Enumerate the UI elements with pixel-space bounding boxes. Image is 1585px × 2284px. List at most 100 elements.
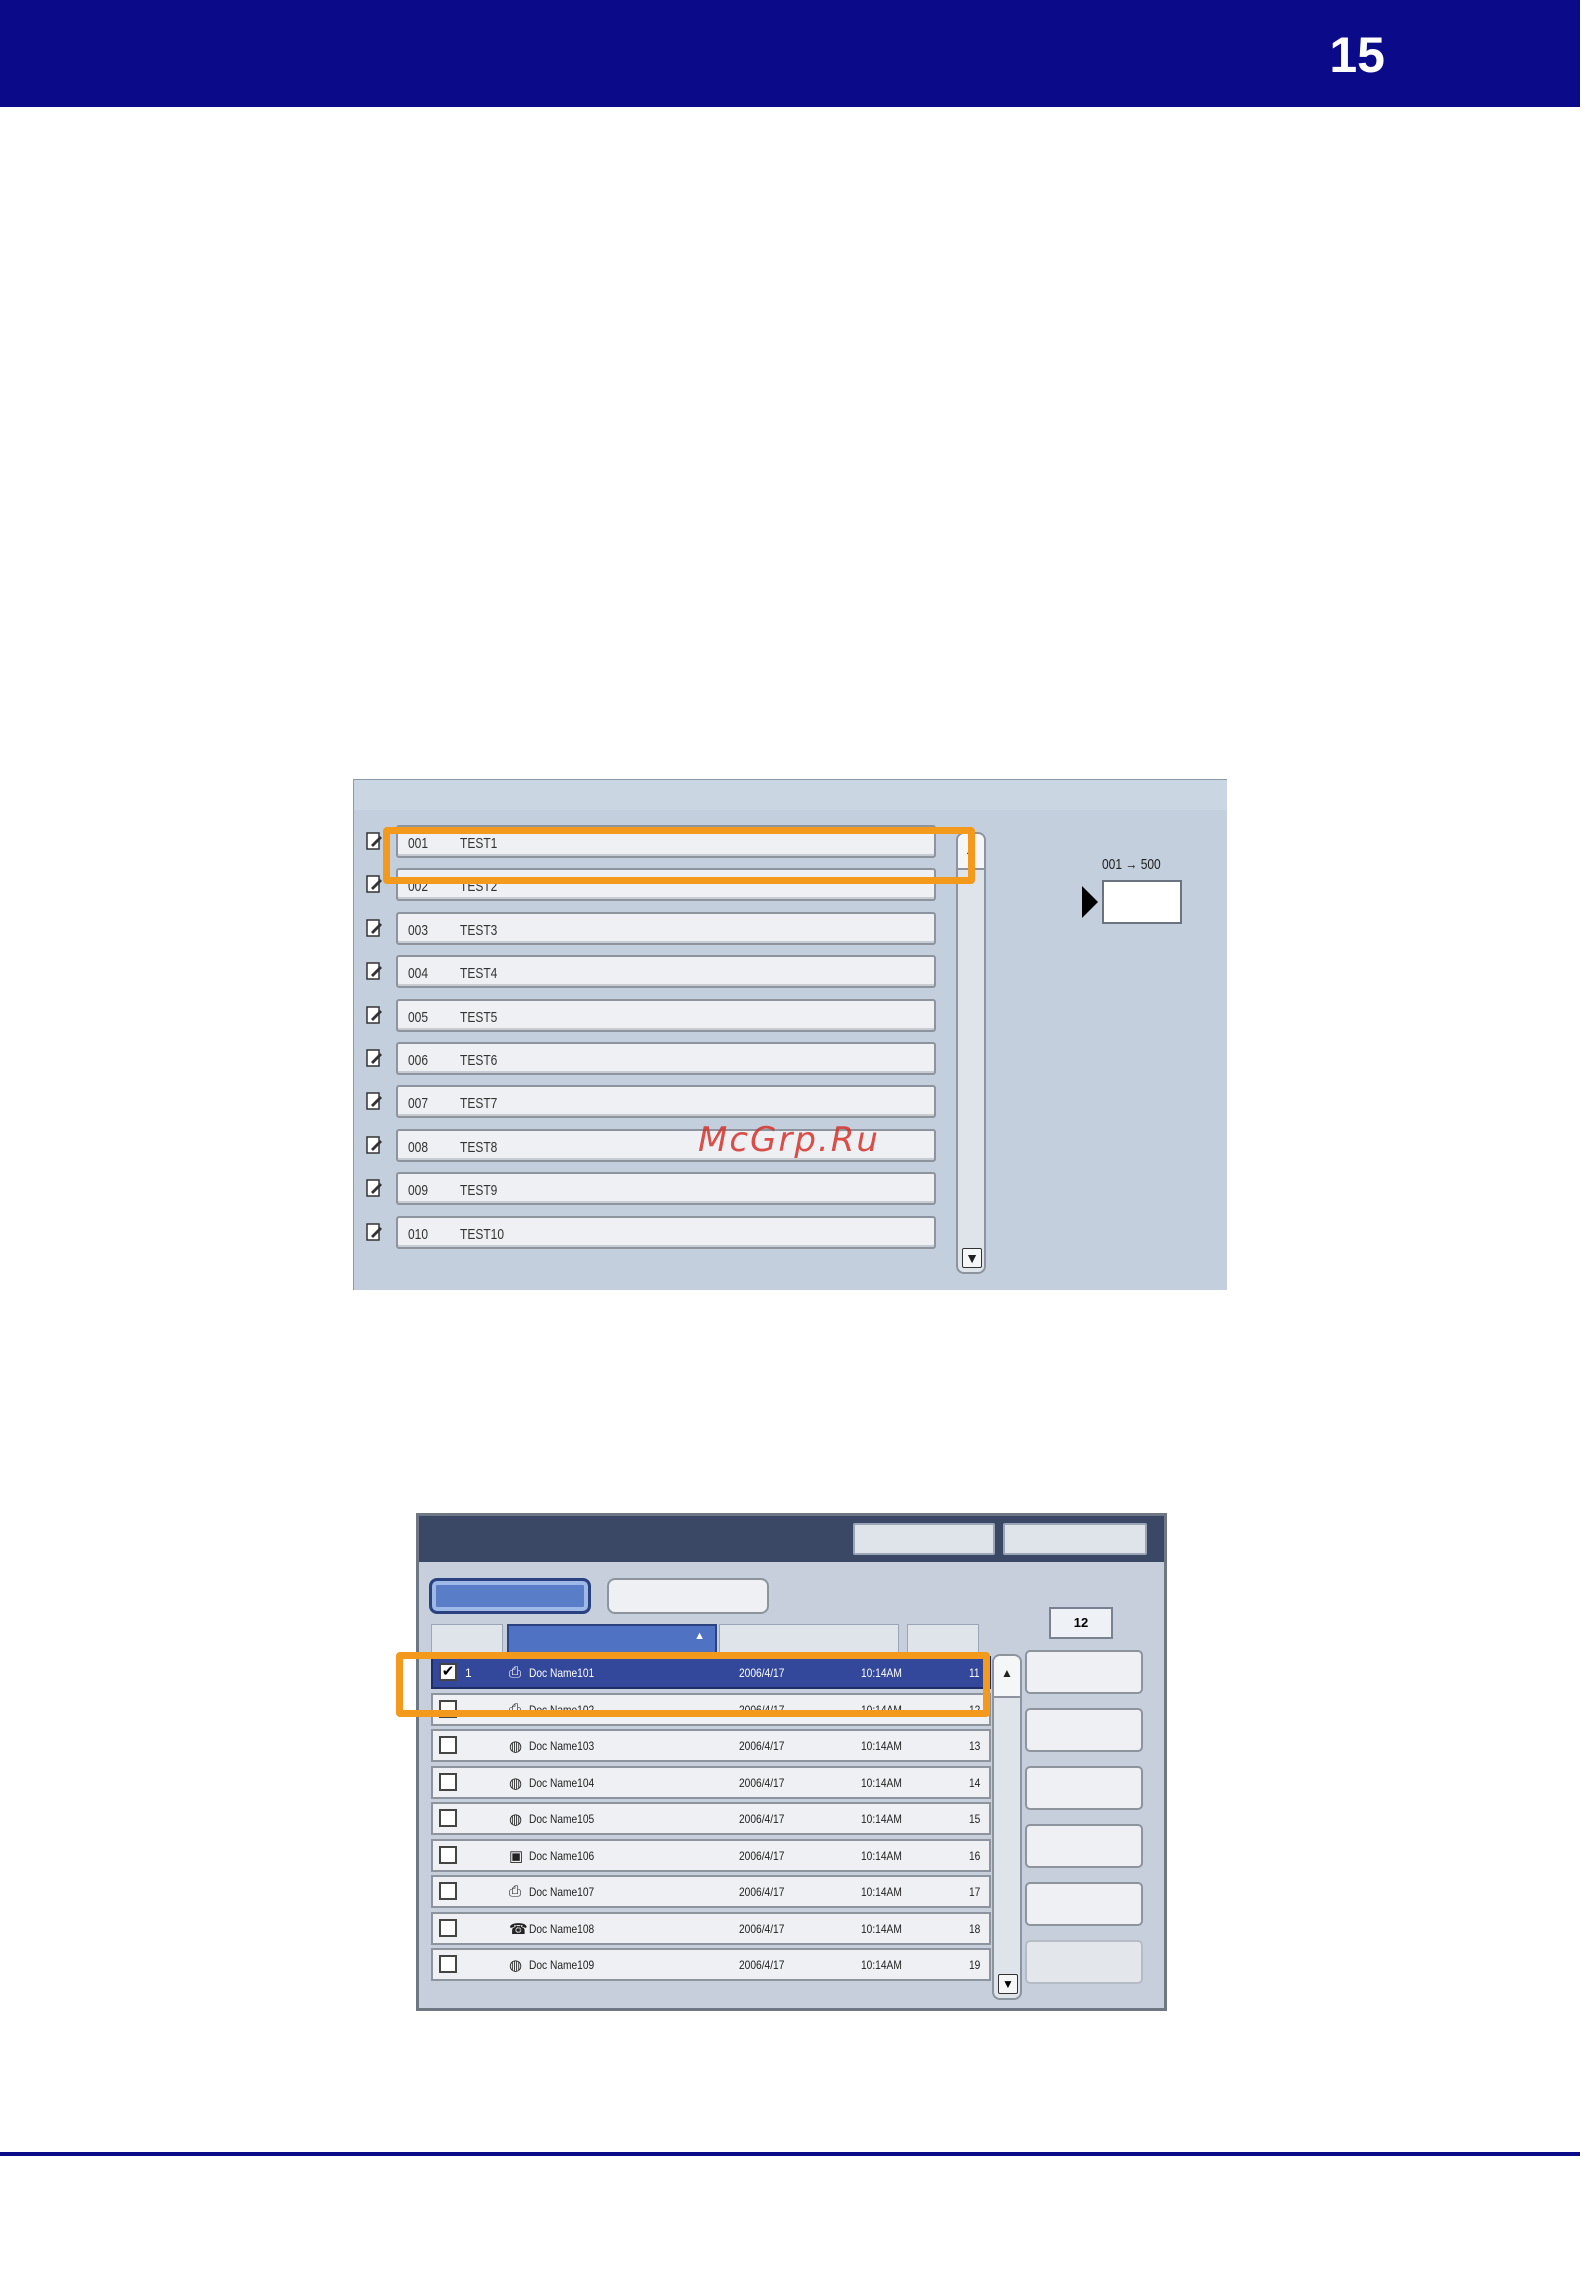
mailbox-row[interactable]: 010 TEST10 — [366, 1211, 1016, 1254]
column-header-select[interactable] — [431, 1624, 503, 1654]
mailbox-button[interactable]: 004 TEST4 — [396, 955, 936, 989]
document-count: 12 — [1049, 1607, 1113, 1639]
mailbox-row[interactable]: 003 TEST3 — [366, 907, 1016, 950]
document-time: 10:14AM — [861, 1958, 902, 1972]
document-time: 10:14AM — [861, 1848, 902, 1863]
mailbox-number: 008 — [408, 1138, 429, 1156]
mailbox-name: TEST8 — [460, 1138, 498, 1156]
side-button-1[interactable] — [1025, 1650, 1143, 1694]
mailbox-button[interactable]: 006 TEST6 — [396, 1042, 936, 1075]
scanner-icon: ⎙ — [509, 1883, 522, 1900]
row-checkbox[interactable] — [439, 1845, 457, 1864]
edit-document-icon — [366, 1179, 382, 1197]
document-date: 2006/4/17 — [739, 1812, 785, 1826]
document-pages: 17 — [969, 1885, 981, 1899]
mailbox-name: TEST6 — [460, 1052, 498, 1069]
header-button-2[interactable] — [1003, 1523, 1147, 1555]
mailbox-number: 005 — [408, 1008, 429, 1026]
document-date: 2006/4/17 — [739, 1775, 785, 1790]
column-header-name[interactable]: ▲ — [507, 1624, 717, 1654]
document-date: 2006/4/17 — [739, 1739, 785, 1753]
edit-document-icon — [366, 1222, 382, 1241]
edit-document-icon — [366, 875, 382, 894]
row-checkbox[interactable] — [439, 1736, 457, 1754]
mailbox-button[interactable]: 009 TEST9 — [396, 1172, 936, 1206]
column-header-date[interactable] — [719, 1624, 899, 1654]
highlight-frame — [396, 1652, 990, 1717]
box-icon: ▣ — [509, 1847, 524, 1865]
side-button-2[interactable] — [1025, 1708, 1143, 1752]
document-date: 2006/4/17 — [739, 1921, 785, 1936]
document-row[interactable]: ☎ Doc Name108 2006/4/17 10:14AM 18 — [431, 1911, 991, 1945]
document-time: 10:14AM — [861, 1775, 902, 1790]
document-row[interactable]: ◍ Doc Name109 2006/4/17 10:14AM 19 — [431, 1948, 991, 1981]
screen-header — [419, 1516, 1164, 1562]
edit-document-icon — [366, 1005, 382, 1024]
mailbox-button[interactable]: 007 TEST7 — [396, 1085, 936, 1119]
header-button-1[interactable] — [853, 1523, 995, 1555]
mailbox-scrollbar[interactable]: ▲ ▼ — [956, 832, 986, 1274]
scroll-down-button[interactable]: ▼ — [962, 1248, 982, 1268]
mailbox-number: 006 — [408, 1052, 429, 1069]
mailbox-button[interactable]: 010 TEST10 — [396, 1215, 936, 1249]
document-date: 2006/4/17 — [739, 1885, 785, 1899]
mailbox-row[interactable]: 005 TEST5 — [366, 994, 1016, 1037]
side-button-4[interactable] — [1025, 1824, 1143, 1868]
mailbox-row[interactable]: 007 TEST7 — [366, 1080, 1016, 1123]
page-number: 15 — [1329, 27, 1385, 83]
side-button-5[interactable] — [1025, 1882, 1143, 1926]
document-pages: 16 — [969, 1848, 981, 1863]
edit-document-icon — [366, 962, 382, 980]
highlight-frame — [383, 827, 975, 884]
document-row[interactable]: ◍ Doc Name104 2006/4/17 10:14AM 14 — [431, 1765, 991, 1799]
mailbox-row[interactable]: 008 TEST8 — [366, 1124, 1016, 1167]
document-date: 2006/4/17 — [739, 1958, 785, 1972]
mailbox-number: 004 — [408, 965, 429, 983]
tab-inactive[interactable] — [607, 1578, 769, 1614]
document-row[interactable]: ⎙ Doc Name107 2006/4/17 10:14AM 17 — [431, 1875, 991, 1908]
header-bar: 15 — [0, 0, 1580, 107]
document-date: 2006/4/17 — [739, 1848, 785, 1863]
mailbox-name: TEST3 — [460, 921, 498, 939]
mailbox-name: TEST4 — [460, 965, 498, 983]
document-time: 10:14AM — [861, 1739, 902, 1753]
column-header-pages[interactable] — [907, 1624, 979, 1654]
document-row[interactable]: ▣ Doc Name106 2006/4/17 10:14AM 16 — [431, 1838, 991, 1872]
mailbox-name: TEST10 — [460, 1225, 505, 1243]
globe-icon: ◍ — [509, 1774, 523, 1792]
edit-document-icon — [366, 1049, 382, 1067]
document-row[interactable]: ◍ Doc Name103 2006/4/17 10:14AM 13 — [431, 1729, 991, 1762]
row-checkbox[interactable] — [439, 1772, 457, 1791]
mailbox-row[interactable]: 009 TEST9 — [366, 1167, 1016, 1210]
globe-icon: ◍ — [509, 1811, 523, 1828]
tab-active[interactable] — [429, 1578, 591, 1614]
mailbox-button[interactable]: 005 TEST5 — [396, 998, 936, 1032]
range-label: 001 → 500 — [1102, 856, 1161, 873]
edit-document-icon — [366, 1136, 382, 1154]
scroll-down-button[interactable]: ▼ — [998, 1974, 1018, 1994]
document-scrollbar[interactable]: ▲ ▼ — [992, 1654, 1022, 2000]
side-button-3[interactable] — [1025, 1766, 1143, 1810]
mailbox-number-input[interactable] — [1102, 880, 1182, 924]
document-name: Doc Name106 — [529, 1848, 595, 1863]
document-list-screenshot: 12 ▲ ✔ 1 ⎙ Doc Name101 2006/4/17 10:14AM 11 ⎙ Do… — [416, 1513, 1167, 2011]
footer-rule — [0, 2152, 1580, 2156]
scroll-up-arrow-icon[interactable]: ▲ — [998, 1664, 1016, 1682]
row-checkbox[interactable] — [439, 1882, 457, 1900]
mailbox-row[interactable]: 006 TEST6 — [366, 1037, 1016, 1080]
row-checkbox[interactable] — [439, 1918, 457, 1937]
edit-document-icon — [366, 919, 382, 937]
row-checkbox[interactable] — [439, 1955, 457, 1973]
document-time: 10:14AM — [861, 1812, 902, 1826]
mailbox-button[interactable]: 003 TEST3 — [396, 911, 936, 945]
watermark: McGrp.Ru — [698, 1120, 880, 1160]
mailbox-name: TEST9 — [460, 1182, 498, 1200]
document-row[interactable]: ◍ Doc Name105 2006/4/17 10:14AM 15 — [431, 1802, 991, 1835]
document-name: Doc Name107 — [529, 1885, 595, 1899]
mailbox-name: TEST7 — [460, 1095, 498, 1113]
document-pages: 14 — [969, 1775, 981, 1790]
side-button-6[interactable] — [1025, 1940, 1143, 1984]
globe-icon: ◍ — [509, 1738, 523, 1755]
mailbox-row[interactable]: 004 TEST4 — [366, 950, 1016, 993]
row-checkbox[interactable] — [439, 1809, 457, 1827]
